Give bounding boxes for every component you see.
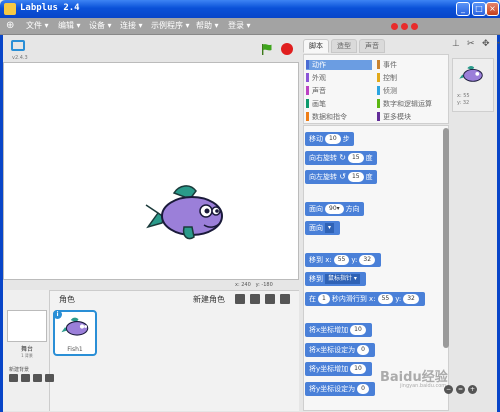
watermark-url: jingyan.baidu.com [400,383,447,389]
grow-icon[interactable]: ✥ [482,40,491,49]
fish-sprite[interactable] [144,183,234,253]
stop-button[interactable] [281,43,293,55]
block-set-y[interactable]: 将y坐标设定为 0 [305,382,375,396]
block-turn-left[interactable]: 向左旋转 ↺ 15 度 [305,170,377,184]
category-events[interactable]: 事件 [377,60,397,70]
sprite-x: x: 55 [457,93,470,99]
sprites-title: 角色 [59,295,75,304]
rotate-left-icon: ↺ [339,172,346,181]
category-sensing[interactable]: 侦测 [377,86,397,96]
category-more-blocks[interactable]: 更多模块 [377,112,411,122]
menu-bar: ⊕ 文件 ▾ 编辑 ▾ 设备 ▾ 连接 ▾ 示例程序 ▾ 帮助 ▾ 登录 ▾ [0,18,500,35]
sprite-name: Fish1 [67,346,83,353]
fullscreen-icon[interactable] [11,40,25,51]
category-control[interactable]: 控制 [377,73,397,83]
stage-label: 舞台 [20,346,33,353]
menu-edit[interactable]: 编辑 ▾ [58,21,81,31]
paint-icon[interactable] [21,374,30,382]
backdrop-tools [9,374,54,382]
category-data[interactable]: 数据和指令 [306,112,347,122]
category-pen[interactable]: 画笔 [306,99,326,109]
upload-sprite-icon[interactable] [265,294,275,304]
zoom-in-icon[interactable]: + [468,385,477,394]
green-flag-icon[interactable] [261,43,273,55]
maximize-button[interactable]: □ [472,2,486,16]
sprite-info-panel: x: 55 y: 32 [452,58,494,112]
menu-login[interactable]: 登录 ▾ [228,21,251,31]
block-change-y[interactable]: 将y坐标增加 10 [305,362,372,376]
editor-tabs: 脚本 造型 声音 [303,39,385,53]
tab-scripts[interactable]: 脚本 [303,39,329,53]
block-turn-right[interactable]: 向右旋转 ↻ 15 度 [305,151,377,165]
title-bar: Labplus 2.4 _ □ × [0,0,500,18]
menu-help[interactable]: 帮助 ▾ [196,21,219,31]
status-dots [391,23,418,30]
sprite-library-icon[interactable] [235,294,245,304]
stage[interactable] [3,62,299,280]
block-point-direction[interactable]: 面向 90▾ 方向 [305,202,364,216]
sprite-y: y: 32 [457,100,470,106]
block-set-x[interactable]: 将x坐标设定为 0 [305,343,375,357]
tab-sounds[interactable]: 声音 [359,39,385,53]
stage-header: v2.4.3 [3,35,299,62]
stamp-icon[interactable]: ⊥ [452,40,461,49]
app-icon [4,3,16,15]
fish-thumbnail [60,317,89,336]
block-move-steps[interactable]: 移动 10 步 [305,132,354,146]
camera-icon[interactable] [45,374,54,382]
minimize-button[interactable]: _ [456,2,470,16]
block-point-towards[interactable]: 面向 ▾ [305,221,341,235]
block-glide[interactable]: 在 1 秒内滑行到 x: 55 y: 32 [305,292,425,306]
blocks-scrollbar[interactable] [443,128,449,348]
close-button[interactable]: × [486,2,499,16]
category-operators[interactable]: 数字和逻辑运算 [377,99,432,109]
block-goto-xy[interactable]: 移到 x: 55 y: 32 [305,253,382,267]
new-sprite-tools [235,294,290,304]
category-looks[interactable]: 外观 [306,73,326,83]
new-backdrop-label: 新建背景 [9,367,30,373]
zoom-reset-icon[interactable]: = [456,385,465,394]
camera-icon[interactable] [280,294,290,304]
category-palette: 动作 外观 声音 画笔 数据和指令 事件 控制 侦测 数字和逻辑运算 更多模块 [303,54,449,124]
stage-backdrop-count: 1 背景 [21,353,33,358]
menu-device[interactable]: 设备 ▾ [89,21,112,31]
menu-connect[interactable]: 连接 ▾ [120,21,143,31]
cursor-tools: ⊥ ✂ ✥ ✣ [452,40,500,49]
landscape-icon[interactable] [9,374,18,382]
category-sound[interactable]: 声音 [306,86,326,96]
version-label: v2.4.3 [12,55,28,61]
cut-icon[interactable]: ✂ [467,40,476,49]
paint-brush-icon[interactable] [250,294,260,304]
menu-file[interactable]: 文件 ▾ [26,21,49,31]
fish-thumbnail [458,66,483,82]
block-change-x[interactable]: 将x坐标增加 10 [305,323,372,337]
menu-examples[interactable]: 示例程序 ▾ [151,21,190,31]
window-title: Labplus 2.4 [20,3,80,13]
rotate-right-icon: ↻ [339,153,346,162]
tab-costumes[interactable]: 造型 [331,39,357,53]
zoom-controls: − = + [444,385,477,394]
stage-column: 舞台 1 背景 新建背景 [3,290,54,411]
globe-icon[interactable]: ⊕ [6,21,14,31]
category-motion[interactable]: 动作 [306,60,372,70]
upload-icon[interactable] [33,374,42,382]
block-goto[interactable]: 移到 鼠标指针 ▾ [305,272,366,286]
stage-thumbnail[interactable] [7,310,47,342]
stage-coords: x: 240 y: -180 [235,282,273,288]
new-sprite-label: 新建角色 [193,295,225,304]
